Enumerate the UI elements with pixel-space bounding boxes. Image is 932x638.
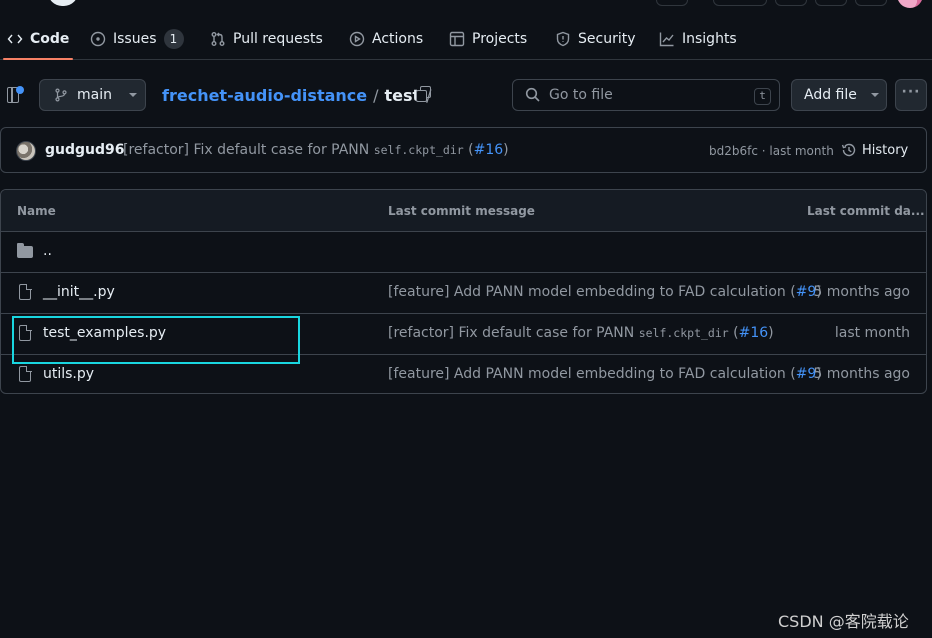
kebab-horizontal-icon: ··· xyxy=(901,84,921,100)
branch-select-button[interactable]: main xyxy=(39,79,146,111)
row-commit-date: 5 months ago xyxy=(813,366,910,382)
shield-icon xyxy=(556,31,570,47)
git-pull-request-icon xyxy=(211,32,225,46)
file-table: Name Last commit message Last commit da.… xyxy=(0,189,927,394)
copy-path-icon[interactable] xyxy=(415,86,433,104)
add-file-label: Add file xyxy=(804,87,857,103)
tab-security[interactable]: Security xyxy=(555,28,636,50)
more-options-button[interactable]: ··· xyxy=(895,79,927,111)
column-header-date: Last commit da... xyxy=(807,204,925,218)
go-to-file-field[interactable]: t xyxy=(512,79,780,111)
git-branch-icon xyxy=(55,88,67,102)
code-icon xyxy=(7,34,23,44)
row-commit-message[interactable]: [feature] Add PANN model embedding to FA… xyxy=(388,366,822,382)
header-button[interactable] xyxy=(855,0,887,6)
row-commit-message[interactable]: [refactor] Fix default case for PANN sel… xyxy=(388,325,774,341)
latest-commit-bar: gudgud96 [refactor] Fix default case for… xyxy=(0,127,927,173)
header-button[interactable] xyxy=(815,0,847,6)
tab-actions[interactable]: Actions xyxy=(349,28,423,50)
history-icon xyxy=(841,143,856,157)
parent-directory-row[interactable]: .. xyxy=(1,232,926,273)
file-icon xyxy=(17,365,33,384)
tab-projects[interactable]: Projects xyxy=(449,28,527,50)
row-commit-message[interactable]: [feature] Add PANN model embedding to FA… xyxy=(388,284,822,300)
branch-name: main xyxy=(77,87,112,103)
header-button[interactable] xyxy=(775,0,807,6)
breadcrumb-separator: / xyxy=(373,86,379,105)
column-header-name: Name xyxy=(17,204,56,218)
header-button[interactable] xyxy=(656,0,688,6)
parent-directory-link[interactable]: .. xyxy=(43,243,52,259)
graph-icon xyxy=(659,32,674,47)
notification-dot xyxy=(16,86,24,94)
commit-message-code: self.ckpt_dir xyxy=(373,143,464,157)
tab-label: Insights xyxy=(682,31,737,47)
table-row[interactable]: test_examples.py [refactor] Fix default … xyxy=(1,314,926,355)
table-icon xyxy=(449,31,465,47)
tab-pull-requests[interactable]: Pull requests xyxy=(210,28,323,50)
commit-message[interactable]: [refactor] Fix default case for PANN sel… xyxy=(123,142,509,158)
table-row[interactable]: utils.py [feature] Add PANN model embedd… xyxy=(1,355,926,393)
go-to-file-input[interactable] xyxy=(549,87,739,103)
file-name-link[interactable]: test_examples.py xyxy=(43,325,166,341)
row-commit-date: last month xyxy=(834,325,910,341)
commit-message-text: [refactor] Fix default case for PANN xyxy=(123,142,370,158)
table-row[interactable]: __init__.py [feature] Add PANN model emb… xyxy=(1,273,926,314)
issues-counter-badge: 1 xyxy=(163,29,184,49)
file-icon xyxy=(17,283,33,302)
keyboard-shortcut-hint: t xyxy=(754,88,771,105)
history-link[interactable]: History xyxy=(841,142,908,158)
chevron-down-icon xyxy=(870,93,879,97)
breadcrumb: frechet-audio-distance / test / xyxy=(162,86,438,105)
commit-sha-time[interactable]: bd2b6fc · last month xyxy=(709,144,834,158)
tab-issues[interactable]: Issues 1 xyxy=(90,28,184,50)
github-logo-icon[interactable] xyxy=(48,0,78,6)
search-icon xyxy=(525,87,540,102)
column-header-message: Last commit message xyxy=(388,204,535,218)
tab-label: Actions xyxy=(372,31,424,47)
watermark-text: CSDN @客院载论 xyxy=(778,612,909,631)
row-commit-text: [feature] Add PANN model embedding to FA… xyxy=(388,366,786,382)
issue-opened-icon xyxy=(90,31,106,47)
row-pr-link[interactable]: #16 xyxy=(739,325,769,341)
tab-insights[interactable]: Insights xyxy=(659,28,737,50)
history-label: History xyxy=(862,142,909,158)
author-avatar[interactable] xyxy=(16,141,36,161)
breadcrumb-repo-link[interactable]: frechet-audio-distance xyxy=(162,86,367,105)
row-commit-text: [refactor] Fix default case for PANN xyxy=(388,325,635,341)
table-header: Name Last commit message Last commit da.… xyxy=(1,190,926,232)
tab-label: Pull requests xyxy=(233,31,323,47)
expand-file-tree-button[interactable] xyxy=(6,85,26,105)
tab-label: Security xyxy=(578,31,636,47)
commit-author-link[interactable]: gudgud96 xyxy=(45,142,125,158)
tab-label: Projects xyxy=(472,31,528,47)
row-commit-code: self.ckpt_dir xyxy=(638,326,729,340)
chevron-down-icon xyxy=(128,93,137,97)
paren-close: ) xyxy=(503,142,509,158)
tab-label: Issues xyxy=(113,31,157,47)
file-name-link[interactable]: utils.py xyxy=(43,366,94,382)
row-commit-date: 5 months ago xyxy=(813,284,910,300)
tab-label: Code xyxy=(30,31,70,47)
add-file-button[interactable]: Add file xyxy=(791,79,887,111)
file-icon xyxy=(17,324,33,343)
user-avatar[interactable] xyxy=(897,0,923,8)
tab-code[interactable]: Code xyxy=(2,28,74,60)
play-icon xyxy=(349,31,365,47)
commit-pr-link[interactable]: #16 xyxy=(474,142,504,158)
row-commit-text: [feature] Add PANN model embedding to FA… xyxy=(388,284,786,300)
repo-nav: Code Issues 1 Pull requests Actions Proj… xyxy=(0,18,932,60)
global-header-strip xyxy=(0,0,932,8)
header-button[interactable] xyxy=(713,0,767,6)
folder-icon xyxy=(17,243,33,261)
file-name-link[interactable]: __init__.py xyxy=(43,284,115,300)
